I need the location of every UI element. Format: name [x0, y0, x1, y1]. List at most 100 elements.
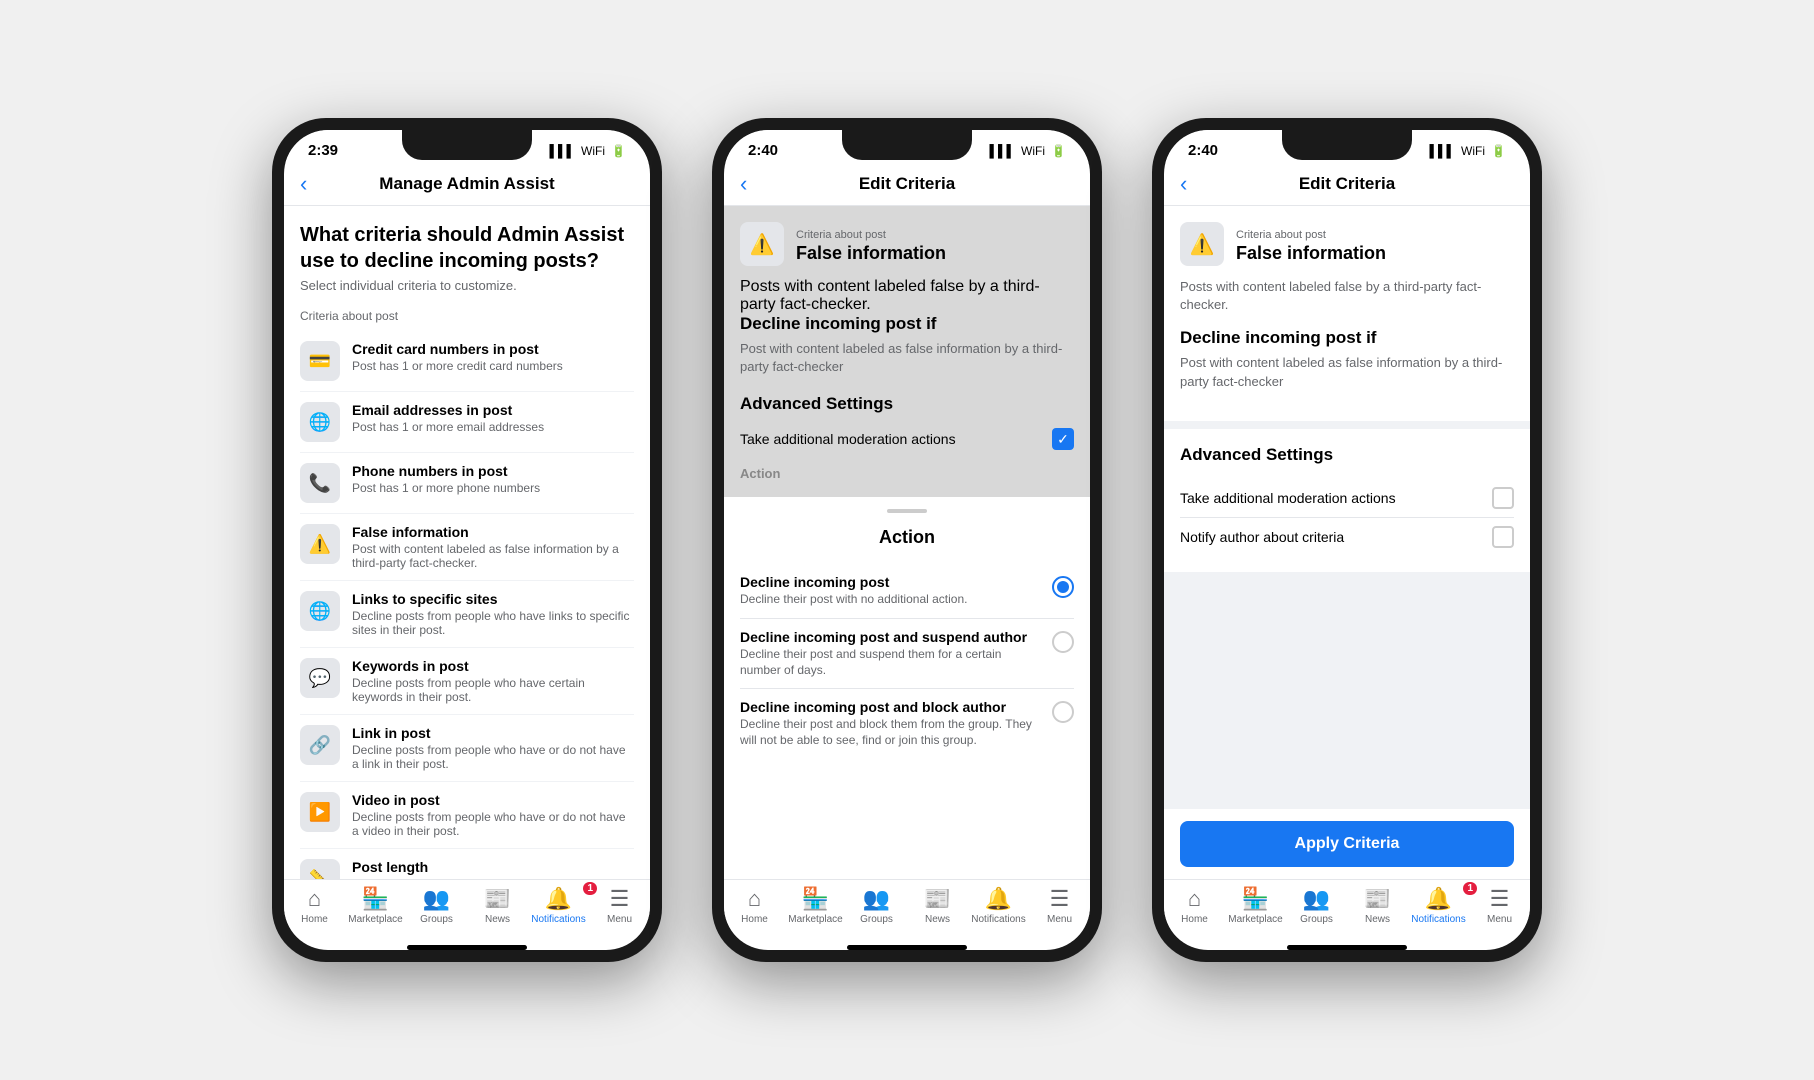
status-bar-1: 2:39 ▌▌▌ WiFi 🔋 [284, 130, 650, 163]
back-button-2[interactable]: ‹ [740, 171, 772, 197]
screen1-subtitle: Select individual criteria to customize. [300, 278, 634, 293]
tab-menu-3[interactable]: ☰ Menu [1469, 886, 1530, 925]
battery-icon: 🔋 [611, 144, 626, 158]
back-button-1[interactable]: ‹ [300, 171, 332, 197]
tab-home-2[interactable]: ⌂ Home [724, 886, 785, 925]
back-button-3[interactable]: ‹ [1180, 171, 1212, 197]
list-item[interactable]: 📏 Post length [300, 849, 634, 879]
setting-label-1: Take additional moderation actions [1180, 490, 1492, 506]
checkbox-empty-1[interactable] [1492, 487, 1514, 509]
tab-news-label-3: News [1365, 914, 1390, 925]
list-item[interactable]: 🌐 Links to specific sites Decline posts … [300, 581, 634, 648]
criteria-label: Criteria about post [300, 309, 634, 323]
notch [402, 130, 532, 160]
tab-news-1[interactable]: 📰 News [467, 886, 528, 925]
checkbox-checked-2[interactable]: ✓ [1052, 428, 1074, 450]
action-title-0: Decline incoming post [740, 574, 1040, 590]
nav-bar-1: ‹ Manage Admin Assist [284, 163, 650, 206]
tab-marketplace-3[interactable]: 🏪 Marketplace [1225, 886, 1286, 925]
criteria-card-3: ⚠️ Criteria about post False information… [1164, 206, 1530, 421]
tab-menu-1[interactable]: ☰ Menu [589, 886, 650, 925]
sheet-handle [887, 509, 927, 513]
apply-criteria-button[interactable]: Apply Criteria [1180, 821, 1514, 867]
criteria-desc-2: Post has 1 or more phone numbers [352, 481, 540, 495]
list-item[interactable]: 💬 Keywords in post Decline posts from pe… [300, 648, 634, 715]
action-option-0[interactable]: Decline incoming post Decline their post… [740, 564, 1074, 618]
status-icons-1: ▌▌▌ WiFi 🔋 [550, 144, 626, 158]
home-indicator-3 [1287, 945, 1407, 950]
tab-notifications-2[interactable]: 🔔 Notifications [968, 886, 1029, 925]
criteria-desc-1: Post has 1 or more email addresses [352, 420, 544, 434]
phone2: 2:40 ▌▌▌ WiFi 🔋 ‹ Edit Criteria ⚠️ Crite [712, 118, 1102, 962]
signal-icon-2: ▌▌▌ [990, 144, 1016, 158]
tab-home-3[interactable]: ⌂ Home [1164, 886, 1225, 925]
tab-bar-1: ⌂ Home 🏪 Marketplace 👥 Groups 📰 News 🔔 [284, 879, 650, 941]
home-icon-2: ⌂ [748, 886, 761, 912]
list-item[interactable]: 🌐 Email addresses in post Post has 1 or … [300, 392, 634, 453]
tab-news-2[interactable]: 📰 News [907, 886, 968, 925]
tab-marketplace-2[interactable]: 🏪 Marketplace [785, 886, 846, 925]
status-bar-3: 2:40 ▌▌▌ WiFi 🔋 [1164, 130, 1530, 163]
list-item[interactable]: 🔗 Link in post Decline posts from people… [300, 715, 634, 782]
radio-empty-1[interactable] [1052, 631, 1074, 653]
phone-icon: 📞 [300, 463, 340, 503]
post-length-icon: 📏 [300, 859, 340, 879]
action-option-2[interactable]: Decline incoming post and block author D… [740, 689, 1074, 758]
criteria-desc-3: Posts with content labeled false by a th… [1180, 278, 1514, 314]
setting-row-2[interactable]: Notify author about criteria [1180, 518, 1514, 556]
list-item[interactable]: ▶️ Video in post Decline posts from peop… [300, 782, 634, 849]
time-1: 2:39 [308, 142, 338, 159]
tab-marketplace-1[interactable]: 🏪 Marketplace [345, 886, 406, 925]
marketplace-icon-3: 🏪 [1242, 886, 1269, 912]
criteria-title-3: False information [352, 524, 634, 540]
criteria-title-8: Post length [352, 859, 428, 875]
decline-desc-3: Post with content labeled as false infor… [1180, 354, 1514, 390]
notifications-icon-1: 🔔 [545, 886, 572, 912]
tab-notifications-1[interactable]: 🔔 Notifications 1 [528, 886, 589, 925]
criteria-title-6: Link in post [352, 725, 634, 741]
phone3: 2:40 ▌▌▌ WiFi 🔋 ‹ Edit Criteria ⚠️ [1152, 118, 1542, 962]
criteria-title-2: Phone numbers in post [352, 463, 540, 479]
tab-marketplace-label-3: Marketplace [1228, 914, 1282, 925]
tab-groups-2[interactable]: 👥 Groups [846, 886, 907, 925]
radio-empty-2[interactable] [1052, 701, 1074, 723]
screen1-title: What criteria should Admin Assist use to… [300, 222, 634, 274]
tab-bar-3: ⌂ Home 🏪 Marketplace 👥 Groups 📰 News 🔔 [1164, 879, 1530, 941]
advanced-setting-label-2: Take additional moderation actions [740, 431, 1052, 447]
time-2: 2:40 [748, 142, 778, 159]
tab-groups-label-1: Groups [420, 914, 453, 925]
gray-top-section: ⚠️ Criteria about post False information… [724, 206, 1090, 497]
criteria-title-1: Email addresses in post [352, 402, 544, 418]
action-bottom-sheet: Action Decline incoming post Decline the… [724, 497, 1090, 879]
list-item[interactable]: ⚠️ False information Post with content l… [300, 514, 634, 581]
tab-home-1[interactable]: ⌂ Home [284, 886, 345, 925]
nav-title-1: Manage Admin Assist [332, 174, 602, 194]
tab-menu-2[interactable]: ☰ Menu [1029, 886, 1090, 925]
signal-icon-3: ▌▌▌ [1430, 144, 1456, 158]
email-icon: 🌐 [300, 402, 340, 442]
tab-groups-1[interactable]: 👥 Groups [406, 886, 467, 925]
tab-groups-3[interactable]: 👥 Groups [1286, 886, 1347, 925]
criteria-label-3: Criteria about post [1236, 229, 1326, 241]
criteria-label-2: Criteria about post [796, 229, 886, 241]
tab-notifications-3[interactable]: 🔔 Notifications 1 [1408, 886, 1469, 925]
home-indicator-1 [407, 945, 527, 950]
action-title-1: Decline incoming post and suspend author [740, 629, 1040, 645]
status-bar-2: 2:40 ▌▌▌ WiFi 🔋 [724, 130, 1090, 163]
advanced-heading-3: Advanced Settings [1180, 445, 1514, 465]
tab-groups-label-3: Groups [1300, 914, 1333, 925]
setting-row-1[interactable]: Take additional moderation actions [1180, 479, 1514, 517]
action-option-1[interactable]: Decline incoming post and suspend author… [740, 619, 1074, 688]
list-item[interactable]: 💳 Credit card numbers in post Post has 1… [300, 331, 634, 392]
tab-menu-label-2: Menu [1047, 914, 1072, 925]
keywords-icon: 💬 [300, 658, 340, 698]
radio-selected-0[interactable] [1052, 576, 1074, 598]
advanced-setting-row-2[interactable]: Take additional moderation actions ✓ [740, 420, 1074, 458]
action-desc-1: Decline their post and suspend them for … [740, 647, 1040, 678]
tab-marketplace-label-1: Marketplace [348, 914, 402, 925]
list-item[interactable]: 📞 Phone numbers in post Post has 1 or mo… [300, 453, 634, 514]
tab-news-3[interactable]: 📰 News [1347, 886, 1408, 925]
notifications-icon-3: 🔔 [1425, 886, 1452, 912]
checkbox-empty-2[interactable] [1492, 526, 1514, 548]
screen3-content: ⚠️ Criteria about post False information… [1164, 206, 1530, 809]
